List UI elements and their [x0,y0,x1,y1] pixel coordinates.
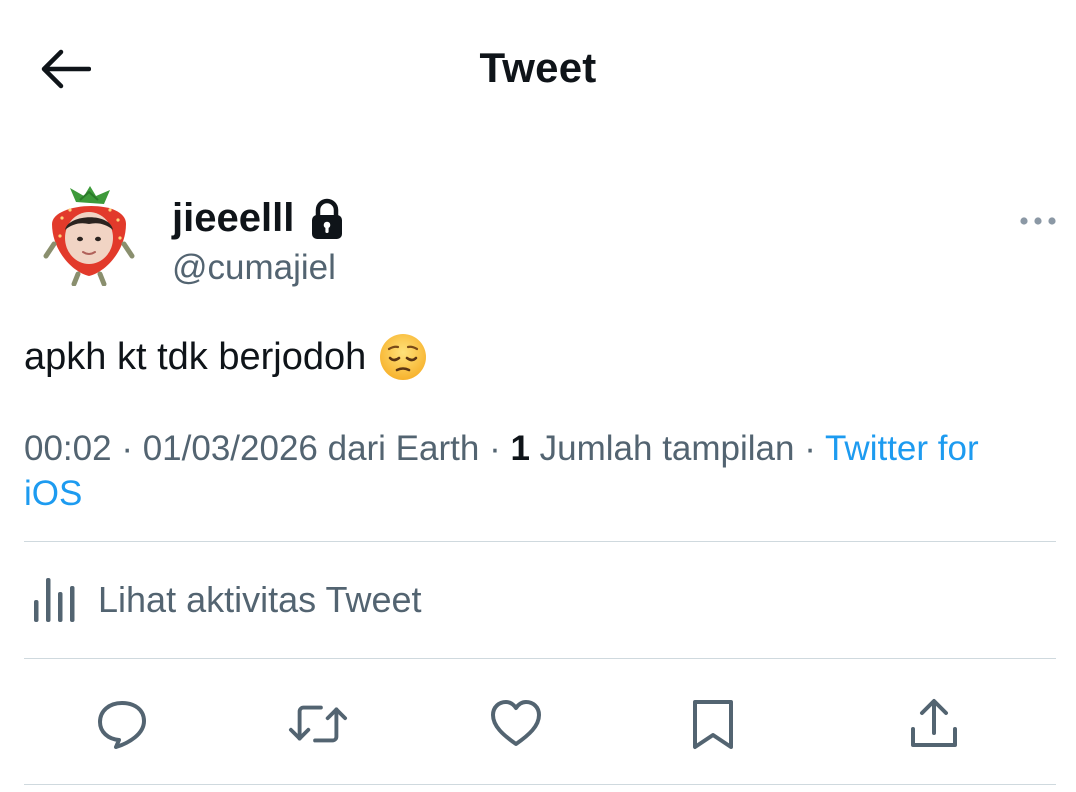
retweet-icon [288,705,348,743]
tweet-date: 01/03/2026 [142,429,318,468]
tweet-location: dari Earth [317,429,480,468]
view-count-label: Jumlah tampilan [529,429,795,468]
bookmark-icon [693,700,733,749]
tweet-time: 00:02 [24,429,112,468]
more-options-button[interactable] [1016,206,1060,236]
tweet-body: apkh kt tdk berjodoh [24,335,367,378]
tweet-detail-page: Tweet jieeelll @cumajiel apkh kt tdk ber… [0,0,1076,792]
page-title: Tweet [479,44,597,91]
tweet-meta: 00:02 · 01/03/2026 dari Earth · 1 Jumlah… [24,426,1044,516]
display-name[interactable]: jieeelll [172,196,294,241]
meta-separator: · [794,429,825,468]
bookmark-button[interactable] [683,694,743,754]
meta-separator: · [111,429,143,468]
author-name-row[interactable]: jieeelll [172,196,346,241]
divider [24,784,1056,785]
reply-icon [98,701,146,749]
user-handle[interactable]: @cumajiel [172,248,336,288]
view-tweet-activity-button[interactable]: Lihat aktivitas Tweet [24,560,422,640]
reply-button[interactable] [92,694,152,754]
tweet-text: apkh kt tdk berjodoh [24,332,428,382]
tweet-action-bar [0,680,1076,770]
divider [24,658,1056,659]
share-icon [911,699,957,747]
avatar[interactable] [40,184,138,287]
activity-label: Lihat aktivitas Tweet [98,579,422,620]
divider [24,541,1056,542]
bar-chart-icon [34,578,75,622]
share-button[interactable] [904,694,964,754]
top-bar: Tweet [0,0,1076,140]
meta-separator: · [479,429,511,468]
retweet-button[interactable] [288,694,348,754]
lock-icon [308,197,346,241]
like-button[interactable] [486,694,546,754]
pensive-face-emoji [378,332,428,382]
view-count: 1 [510,429,530,468]
like-icon [491,700,541,746]
more-icon [1020,217,1056,225]
